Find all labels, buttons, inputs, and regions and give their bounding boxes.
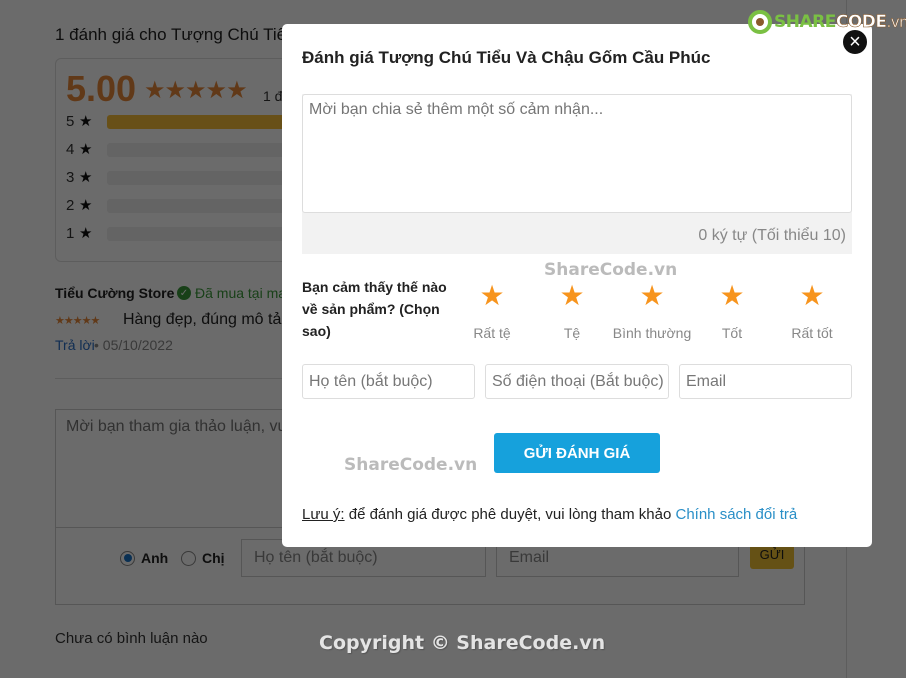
submit-review-button[interactable]: GỬI ĐÁNH GIÁ xyxy=(494,433,660,473)
logo-vn: .vn xyxy=(886,13,906,32)
rating-option-normal[interactable]: ★ Bình thường xyxy=(612,279,692,341)
rating-option-label: Tệ xyxy=(563,325,581,341)
logo-code: CODE xyxy=(835,12,888,33)
copyright-watermark: Copyright © ShareCode.vn xyxy=(319,632,606,654)
watermark: ShareCode.vn xyxy=(544,260,678,280)
rating-option-label: Tốt xyxy=(721,325,743,341)
star-icon[interactable]: ★ xyxy=(532,279,612,313)
modal-title: Đánh giá Tượng Chú Tiểu Và Chậu Gốm Cầu … xyxy=(302,48,711,67)
phone-input[interactable]: Số điện thoại (Bắt buộc) xyxy=(485,364,669,399)
note-text: để đánh giá được phê duyệt, vui lòng tha… xyxy=(344,506,676,523)
rating-option-label: Rất tốt xyxy=(791,325,833,341)
char-counter: 0 ký tự (Tối thiểu 10) xyxy=(698,227,846,244)
rating-option-very-bad[interactable]: ★ Rất tệ xyxy=(452,279,532,341)
rating-option-label: Rất tệ xyxy=(473,325,511,341)
email-input[interactable]: Email xyxy=(679,364,852,399)
name-input[interactable]: Họ tên (bắt buộc) xyxy=(302,364,475,399)
star-icon[interactable]: ★ xyxy=(612,279,692,313)
recycle-logo-icon xyxy=(748,10,772,34)
logo-text: SHARECODE.vn xyxy=(774,12,906,33)
review-textarea[interactable] xyxy=(302,94,852,213)
rating-option-good[interactable]: ★ Tốt xyxy=(692,279,772,341)
rating-question: Bạn cảm thấy thế nào về sản phẩm? (Chọn … xyxy=(302,279,447,339)
rating-option-very-good[interactable]: ★ Rất tốt xyxy=(772,279,852,341)
star-icon[interactable]: ★ xyxy=(452,279,532,313)
watermark: ShareCode.vn xyxy=(344,455,478,475)
star-icon[interactable]: ★ xyxy=(692,279,772,313)
return-policy-link[interactable]: Chính sách đổi trả xyxy=(676,506,798,523)
review-textarea-wrapper: 0 ký tự (Tối thiểu 10) xyxy=(302,94,852,254)
sharecode-logo: SHARECODE.vn xyxy=(748,10,906,34)
approval-note: Lưu ý: để đánh giá được phê duyệt, vui l… xyxy=(302,506,797,523)
rating-option-label: Bình thường xyxy=(612,325,692,341)
logo-share: SHARE xyxy=(774,12,836,32)
note-label: Lưu ý: xyxy=(302,506,345,523)
star-icon[interactable]: ★ xyxy=(772,279,852,313)
rating-option-bad[interactable]: ★ Tệ xyxy=(532,279,612,341)
